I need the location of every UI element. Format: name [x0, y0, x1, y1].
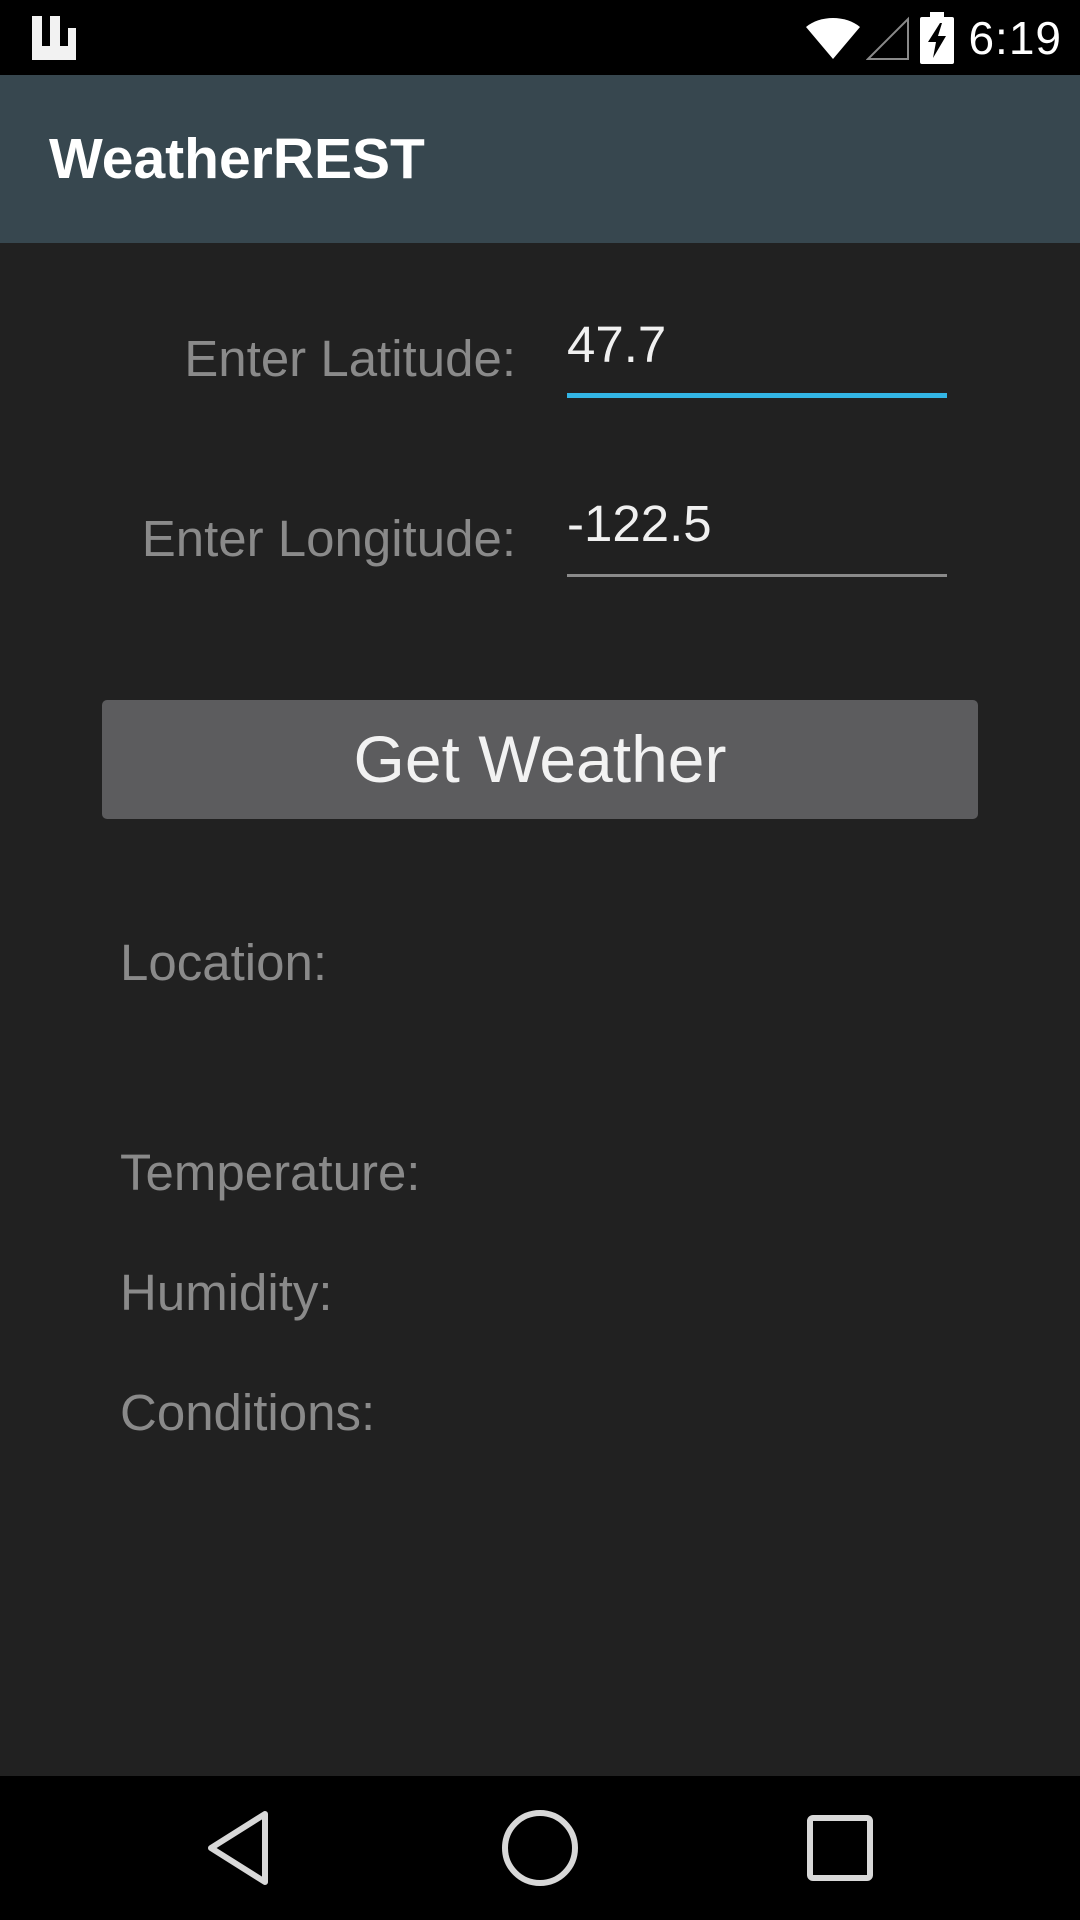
location-label: Location: [120, 934, 327, 991]
app-title: WeatherREST [49, 127, 425, 191]
latitude-field[interactable] [567, 309, 947, 398]
longitude-field[interactable] [567, 488, 947, 577]
status-time: 6:19 [968, 11, 1062, 64]
main-content: Enter Latitude: Enter Longitude: Get Wea… [0, 243, 1080, 1776]
cell-signal-icon [866, 16, 910, 60]
status-icons: 6:19 [804, 0, 1062, 75]
back-icon [208, 1811, 268, 1885]
home-icon [502, 1810, 578, 1886]
longitude-label: Enter Longitude: [141, 510, 516, 567]
latitude-underline [567, 393, 947, 398]
humidity-label: Humidity: [120, 1264, 333, 1321]
battery-charging-icon [920, 11, 955, 64]
home-button[interactable] [450, 1776, 630, 1920]
recents-button[interactable] [750, 1776, 930, 1920]
latitude-label: Enter Latitude: [184, 330, 516, 387]
launcher-notification-icon [32, 16, 76, 60]
recents-icon [807, 1815, 873, 1881]
temperature-label: Temperature: [120, 1144, 421, 1201]
get-weather-button[interactable]: Get Weather [102, 700, 978, 819]
app-bar: WeatherREST [0, 75, 1080, 243]
longitude-underline [567, 574, 947, 577]
wifi-icon [806, 17, 861, 59]
longitude-input[interactable] [567, 488, 947, 558]
navigation-bar [0, 1776, 1080, 1920]
status-bar: 6:19 [0, 0, 1080, 75]
conditions-label: Conditions: [120, 1384, 376, 1441]
back-button[interactable] [148, 1776, 328, 1920]
latitude-input[interactable] [567, 309, 947, 379]
